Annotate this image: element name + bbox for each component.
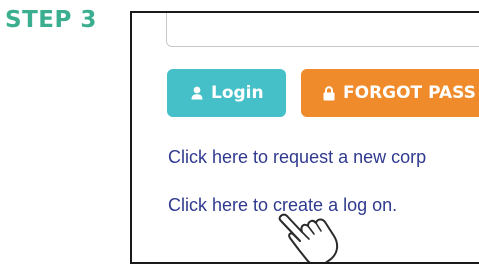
- forgot-password-button[interactable]: FORGOT PASS: [301, 69, 479, 117]
- screenshot-frame: Login FORGOT PASS Click here to request …: [130, 11, 479, 264]
- login-button-label: Login: [211, 83, 264, 103]
- forgot-password-button-label: FORGOT PASS: [343, 83, 476, 103]
- login-button[interactable]: Login: [167, 69, 286, 117]
- text-input[interactable]: [166, 13, 479, 47]
- step-label: STEP 3: [5, 7, 97, 33]
- lock-icon: [323, 85, 335, 101]
- pointing-hand-icon: [278, 213, 339, 262]
- request-corp-link[interactable]: Click here to request a new corp: [168, 147, 426, 168]
- user-icon: [191, 86, 203, 100]
